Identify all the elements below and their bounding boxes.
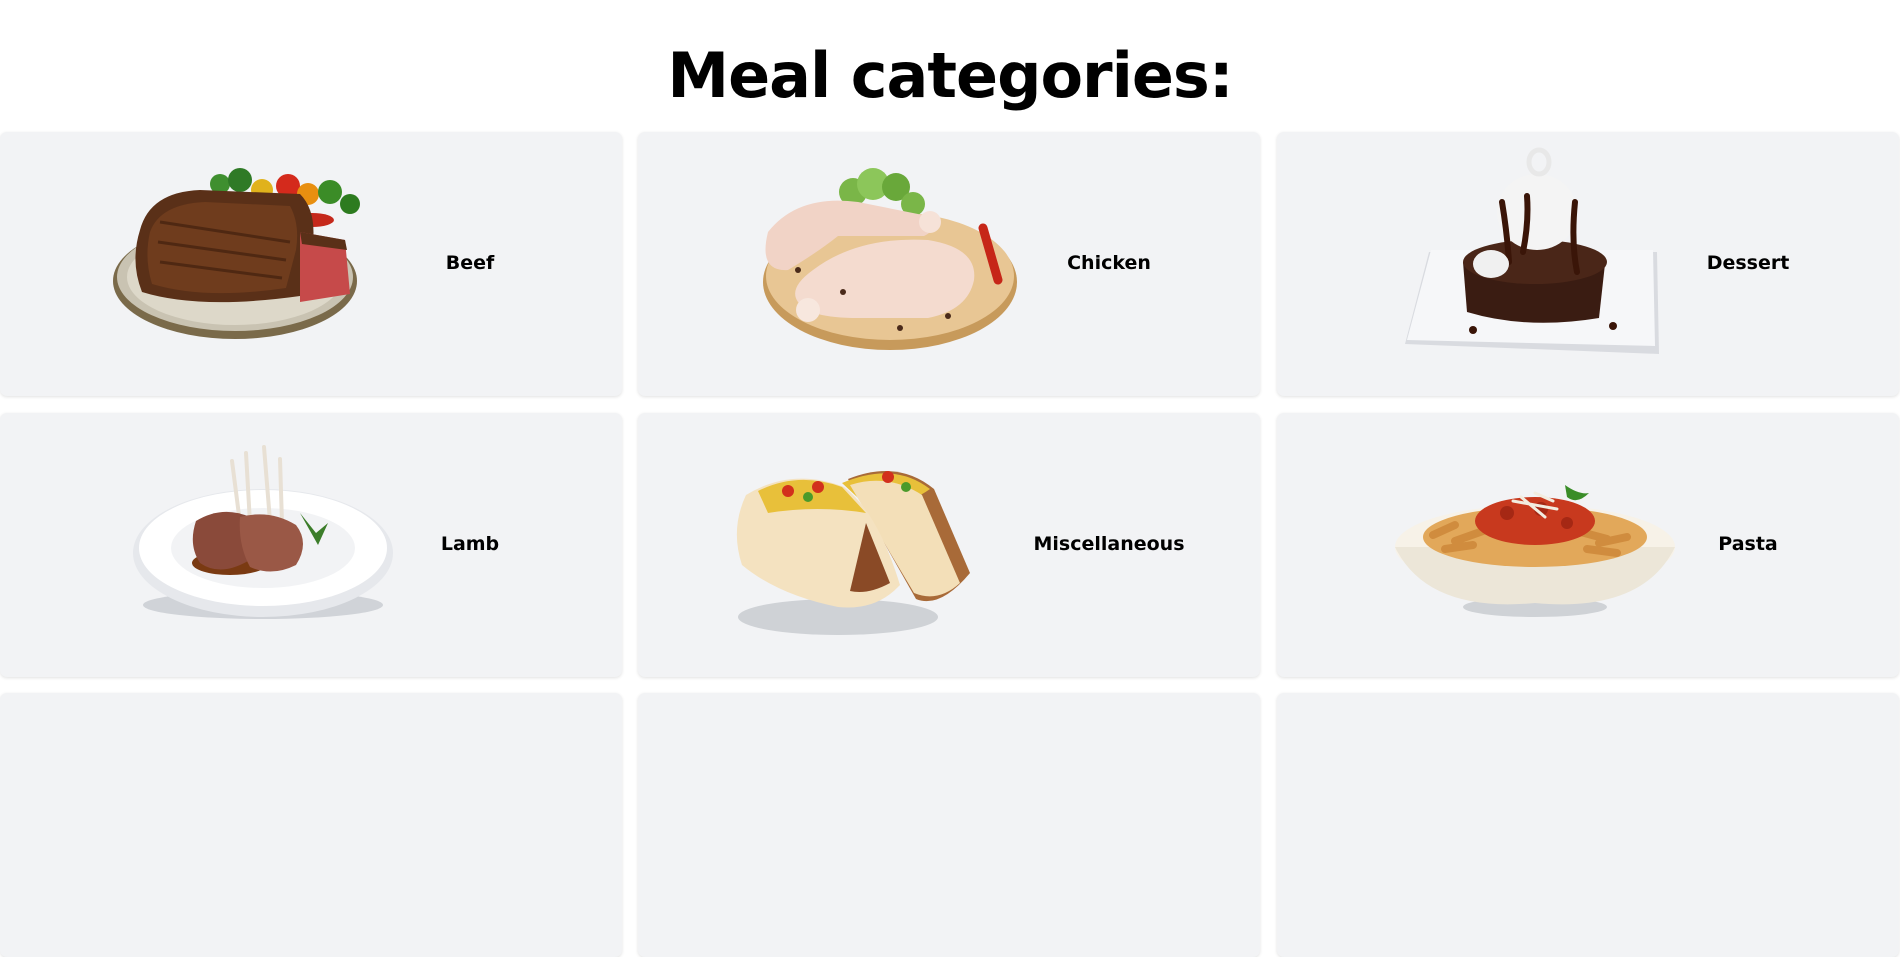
category-label: Pasta — [1718, 533, 1778, 555]
category-label: Beef — [445, 252, 495, 274]
raw-chicken-board-icon — [763, 168, 1017, 350]
category-card-row3-2[interactable] — [638, 693, 1260, 957]
category-card-chicken[interactable]: Chicken — [638, 132, 1260, 396]
category-card-dessert[interactable]: Dessert — [1277, 132, 1899, 396]
penne-bowl-icon — [1395, 485, 1675, 617]
steak-plate-icon — [113, 168, 360, 339]
category-card-pasta[interactable]: Pasta — [1277, 413, 1899, 677]
category-card-miscellaneous[interactable]: Miscellaneous — [638, 413, 1260, 677]
category-card-lamb[interactable]: Lamb — [0, 413, 622, 677]
chocolate-cake-icon — [1405, 147, 1659, 354]
page-title: Meal categories: — [667, 39, 1233, 112]
category-card-row3-1[interactable] — [0, 693, 622, 957]
lamb-rack-plate-icon — [133, 445, 393, 619]
category-label: Chicken — [1067, 252, 1151, 274]
category-card-row3-3[interactable] — [1277, 693, 1899, 957]
category-card-beef[interactable]: Beef — [0, 132, 622, 396]
category-label: Dessert — [1706, 252, 1790, 274]
category-label: Lamb — [440, 533, 500, 555]
category-label: Miscellaneous — [1033, 533, 1185, 555]
